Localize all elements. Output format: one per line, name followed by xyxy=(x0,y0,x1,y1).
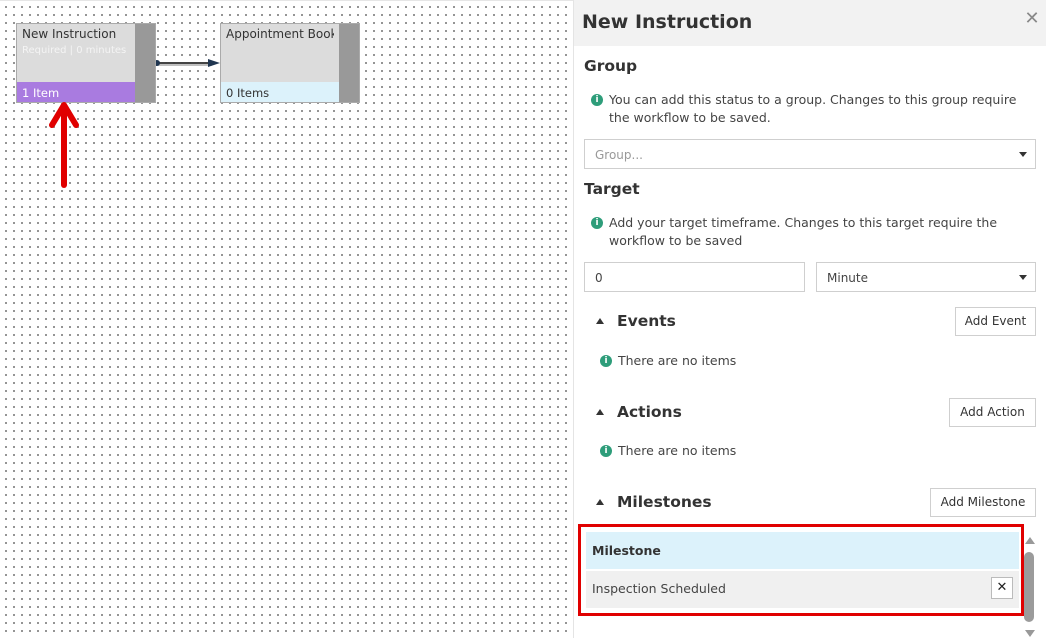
events-collapse-icon[interactable] xyxy=(596,318,604,324)
group-section-title: Group xyxy=(584,57,638,75)
close-icon[interactable]: ✕ xyxy=(991,577,1013,599)
status-settings-panel: New Instruction ✕ Group i You can add th… xyxy=(573,0,1053,638)
node-title: New Instruction xyxy=(22,27,117,41)
target-value-input[interactable]: 0 xyxy=(584,262,805,292)
node-item-count: 0 Items xyxy=(221,82,339,102)
add-event-button[interactable]: Add Event xyxy=(955,307,1036,336)
target-unit-select[interactable]: Minute xyxy=(816,262,1036,292)
milestone-name: Inspection Scheduled xyxy=(592,581,726,596)
actions-empty-text: There are no items xyxy=(618,443,737,458)
milestones-table-highlight: Milestone Inspection Scheduled ✕ xyxy=(578,524,1024,616)
actions-section-title: Actions xyxy=(617,403,682,421)
events-empty-state: i There are no items xyxy=(600,353,736,368)
group-select[interactable]: Group... xyxy=(584,139,1036,169)
group-select-placeholder: Group... xyxy=(595,148,643,162)
chevron-down-icon xyxy=(1019,275,1027,280)
target-info-text: Add your target timeframe. Changes to th… xyxy=(609,215,998,248)
panel-scrollbar[interactable] xyxy=(1022,534,1036,638)
scroll-thumb[interactable] xyxy=(1024,552,1034,622)
node-connect-handle[interactable] xyxy=(135,24,155,102)
target-unit-value: Minute xyxy=(827,271,868,285)
events-section-title: Events xyxy=(617,312,676,330)
target-section-title: Target xyxy=(584,180,640,198)
close-icon[interactable]: ✕ xyxy=(1022,9,1042,29)
scroll-down-icon[interactable] xyxy=(1025,630,1035,637)
info-icon: i xyxy=(600,355,612,367)
milestone-row: Inspection Scheduled ✕ xyxy=(586,571,1019,608)
status-node-appointment-booked[interactable]: Appointment Booked 0 Items xyxy=(220,23,360,103)
scroll-up-icon[interactable] xyxy=(1025,537,1035,544)
node-title: Appointment Booked xyxy=(226,27,334,41)
group-info-text: You can add this status to a group. Chan… xyxy=(609,92,1017,125)
add-milestone-button[interactable]: Add Milestone xyxy=(930,488,1036,517)
target-info: i Add your target timeframe. Changes to … xyxy=(591,214,1031,250)
node-body: Appointment Booked xyxy=(221,24,339,82)
milestones-section-title: Milestones xyxy=(617,493,712,511)
panel-header: New Instruction ✕ xyxy=(574,0,1046,46)
annotation-arrow-icon xyxy=(49,102,79,188)
node-subtitle: Required | 0 minutes xyxy=(22,45,127,56)
node-body: New Instruction Required | 0 minutes xyxy=(17,24,135,82)
info-icon: i xyxy=(591,94,603,106)
info-icon: i xyxy=(600,445,612,457)
connector-arrowhead xyxy=(208,59,220,67)
events-empty-text: There are no items xyxy=(618,353,737,368)
milestones-table-header: Milestone xyxy=(586,532,1019,569)
node-connect-handle[interactable] xyxy=(339,24,359,102)
status-node-new-instruction[interactable]: New Instruction Required | 0 minutes 1 I… xyxy=(16,23,156,103)
group-info: i You can add this status to a group. Ch… xyxy=(591,91,1031,127)
panel-title: New Instruction xyxy=(582,11,753,33)
milestones-collapse-icon[interactable] xyxy=(596,499,604,505)
node-connector[interactable] xyxy=(156,59,222,69)
workflow-canvas[interactable]: New Instruction Required | 0 minutes 1 I… xyxy=(0,0,573,638)
info-icon: i xyxy=(591,217,603,229)
actions-collapse-icon[interactable] xyxy=(596,409,604,415)
add-action-button[interactable]: Add Action xyxy=(949,398,1036,427)
actions-empty-state: i There are no items xyxy=(600,443,736,458)
chevron-down-icon xyxy=(1019,152,1027,157)
